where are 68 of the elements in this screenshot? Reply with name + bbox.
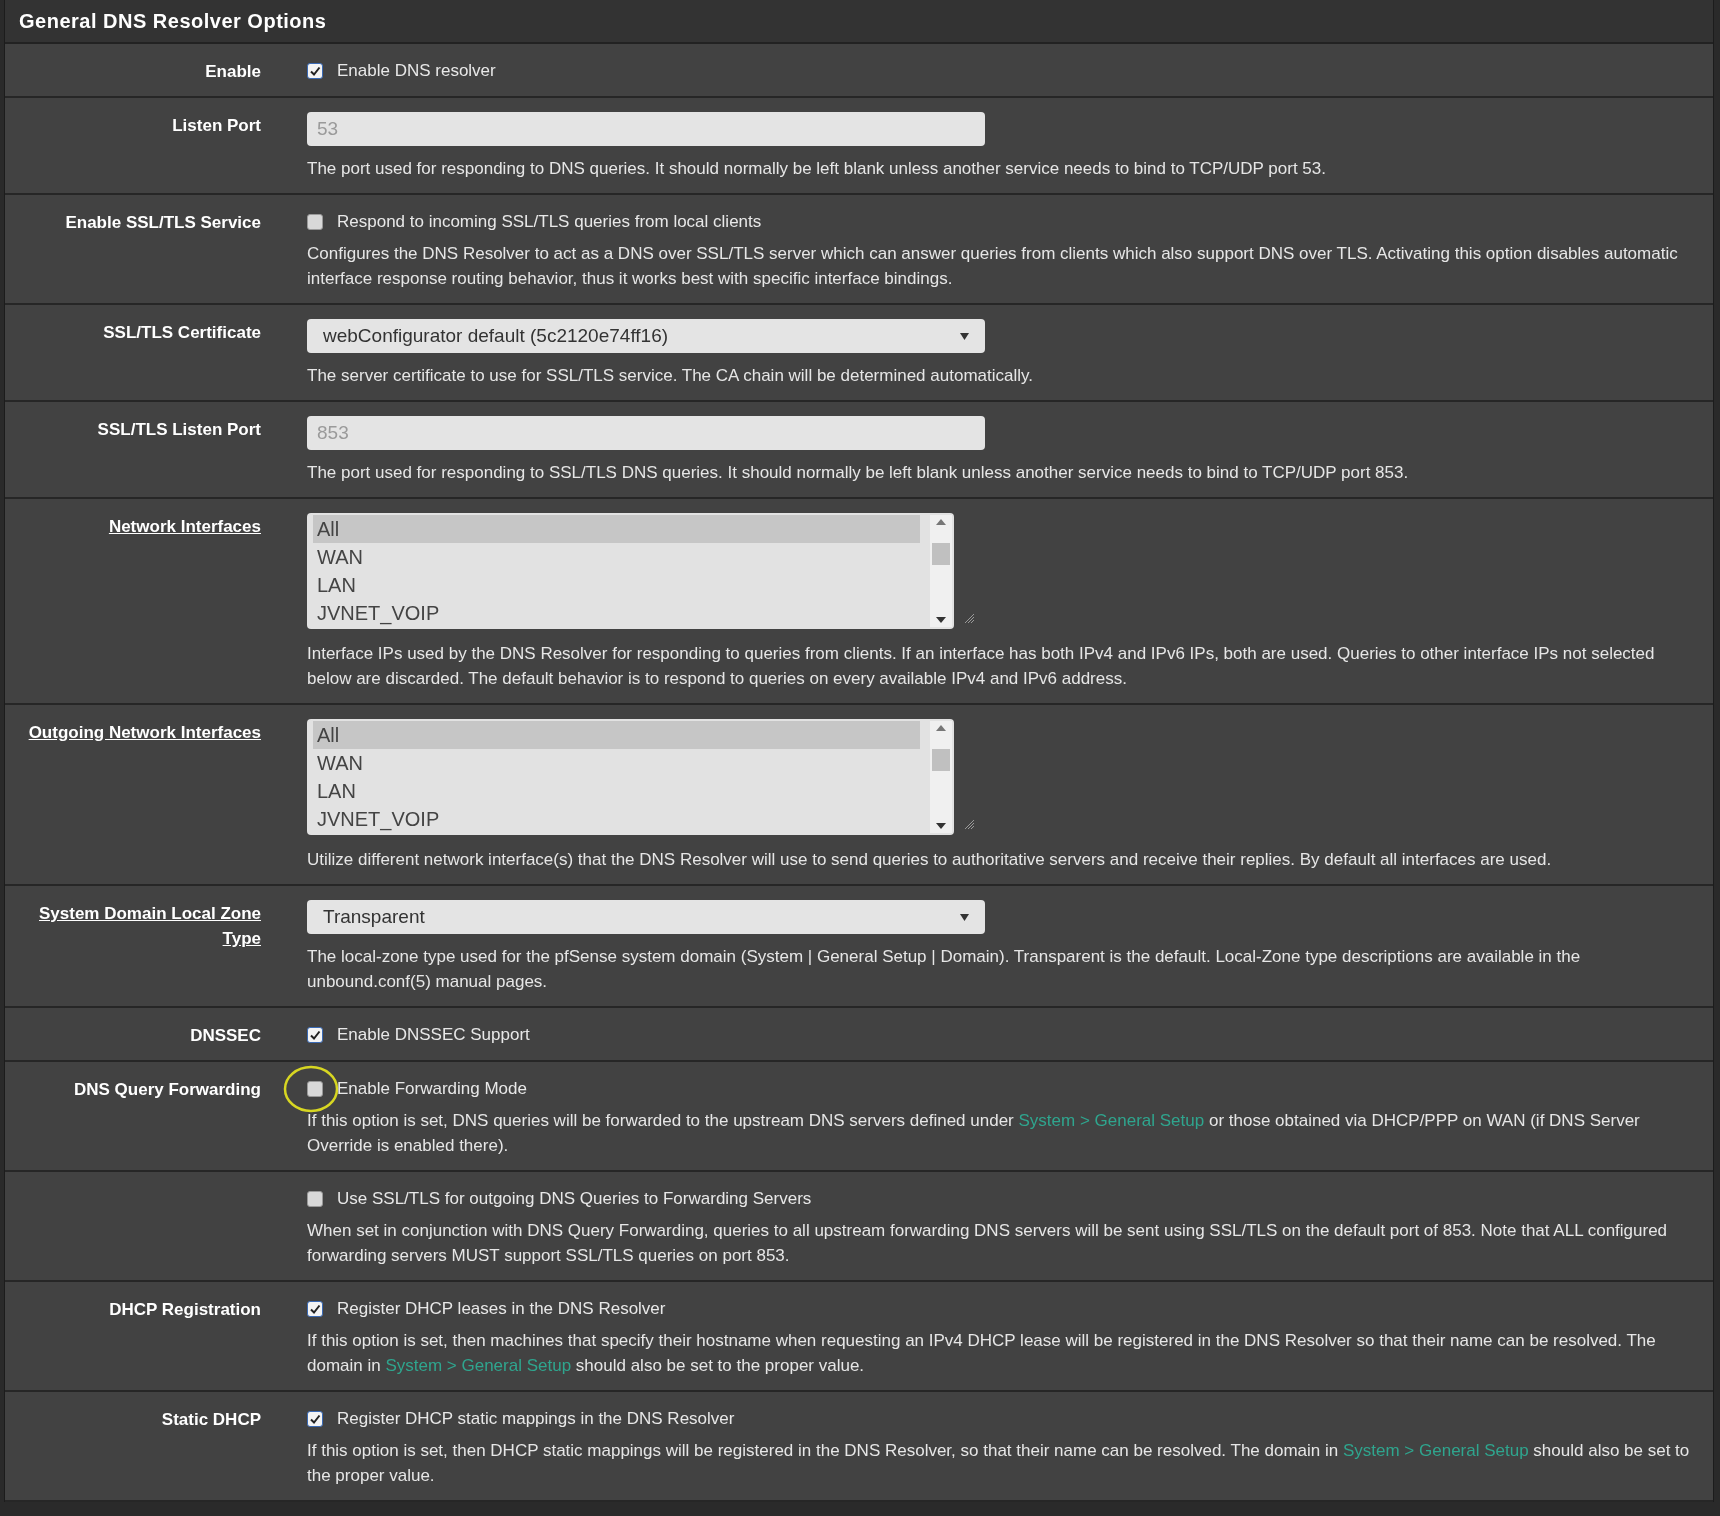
caret-icon [960,913,969,921]
scroll-up-icon[interactable] [936,519,946,525]
list-option[interactable]: JVNET_VOIP [313,599,920,627]
checkbox-label: Enable DNS resolver [337,60,496,83]
checkbox[interactable] [307,1191,323,1207]
checkbox[interactable] [307,1081,323,1097]
checkbox[interactable] [307,214,323,230]
label-link[interactable]: Outgoing Network Interfaces [8,720,261,745]
resize-handle-icon[interactable] [964,613,974,623]
list-option[interactable]: LAN [313,777,920,805]
scroll-up-icon[interactable] [936,725,946,731]
field-label: SSL/TLS Certificate [103,323,261,342]
caret-icon [960,332,969,340]
help-text: The server certificate to use for SSL/TLS service. The CA chain will be determined automatically. [307,365,1034,387]
help-text: If this option is set, DNS queries will be forwarded to the upstream DNS servers defined under System > General Setup or those obtained via DHCP/PPP on WAN (if DNS Server Override is enabled there). [307,1110,1641,1157]
help-text: If this option is set, then DHCP static mappings will be registered in the DNS Resolver, so that their name can be resolved. The domain in System > General Setup should also be set to the proper value. [307,1440,1691,1487]
checkbox[interactable] [307,63,323,79]
panel-title: General DNS Resolver Options [19,9,327,34]
help-text: The local-zone type used for the pfSense system domain (System | General Setup | Domain). Transparent is the default. Local-Zone type descriptions are available in the unbound.conf(5) manual pages. [307,946,1582,993]
field-label: SSL/TLS Listen Port [97,420,261,439]
checkbox-label: Use SSL/TLS for outgoing DNS Queries to Forwarding Servers [337,1188,812,1211]
resize-handle-icon[interactable] [964,819,974,829]
field-label: DNS Query Forwarding [73,1080,261,1099]
scrollbar[interactable] [930,721,952,833]
checkmark-icon [309,1029,321,1041]
checkbox[interactable] [307,1027,323,1043]
help-text: The port used for responding to SSL/TLS DNS queries. It should normally be left blank unless another service needs to bind to TCP/UDP port 853. [307,462,1410,484]
checkbox-label: Register DHCP static mappings in the DNS Resolver [337,1408,735,1431]
listbox[interactable]: All WAN LAN JVNET_VOIP [307,719,954,835]
text-input[interactable]: 853 [307,416,985,450]
field-label: Enable [205,62,261,81]
label-link[interactable]: Network Interfaces [88,514,261,539]
checkbox-label: Register DHCP leases in the DNS Resolver [337,1298,666,1321]
list-option[interactable]: JVNET_VOIP [313,805,920,833]
checkmark-icon [309,65,321,77]
field-label: Listen Port [172,116,261,135]
help-text: The port used for responding to DNS queries. It should normally be left blank unless another service needs to bind to TCP/UDP port 53. [307,158,1327,180]
list-option[interactable]: WAN [313,543,920,571]
help-text: When set in conjunction with DNS Query Forwarding, queries to all upstream forwarding DNS servers will be sent using SSL/TLS on the default port of 853. Note that ALL configured forwarding servers MUST support SSL/TLS queries on port 853. [307,1220,1669,1267]
help-text: Interface IPs used by the DNS Resolver for responding to queries from clients. If an interface has both IPv4 and IPv6 IPs, both are used. Queries to other interface IPs not selected below are discarded. The default behavior is to respond to queries on every available IPv4 and IPv6 address. [307,643,1656,690]
listbox[interactable]: All WAN LAN JVNET_VOIP [307,513,954,629]
dropdown[interactable]: webConfigurator default (5c2120e74ff16) [307,319,985,353]
field-label: DNSSEC [190,1026,261,1045]
field-label: Enable SSL/TLS Service [65,213,261,232]
dropdown[interactable]: Transparent [307,900,985,934]
scroll-thumb[interactable] [932,749,950,771]
help-text: Configures the DNS Resolver to act as a DNS over SSL/TLS server which can answer queries from clients which also support DNS over TLS. Activating this option disables automatic interface response routing behavior, thus it works best with specific interface bindings. [307,243,1679,290]
field-label: DHCP Registration [109,1300,261,1319]
checkbox[interactable] [307,1301,323,1317]
scrollbar[interactable] [930,515,952,627]
scroll-thumb[interactable] [932,543,950,565]
scroll-down-icon[interactable] [936,823,946,829]
list-option[interactable]: All [313,515,920,543]
list-option[interactable]: LAN [313,571,920,599]
label-link[interactable]: System Domain Local Zone Type [5,901,261,951]
help-text: Utilize different network interface(s) that the DNS Resolver will use to send queries to authoritative servers and receive their replies. By default all interfaces are used. [307,849,1553,871]
field-label: Static DHCP [161,1410,261,1429]
list-option[interactable]: WAN [313,749,920,777]
text-input[interactable]: 53 [307,112,985,146]
checkmark-icon [309,1303,321,1315]
checkmark-icon [309,1413,321,1425]
help-text: If this option is set, then machines that specify their hostname when requesting an IPv4 DHCP lease will be registered in the DNS Resolver so that their name can be resolved. The domain in System > General Setup should also be set to the proper value. [307,1330,1657,1377]
checkbox-label: Enable DNSSEC Support [337,1024,530,1047]
checkbox-label: Enable Forwarding Mode [337,1078,527,1101]
checkbox[interactable] [307,1411,323,1427]
checkbox-label: Respond to incoming SSL/TLS queries from local clients [337,211,762,234]
scroll-down-icon[interactable] [936,617,946,623]
list-option[interactable]: All [313,721,920,749]
